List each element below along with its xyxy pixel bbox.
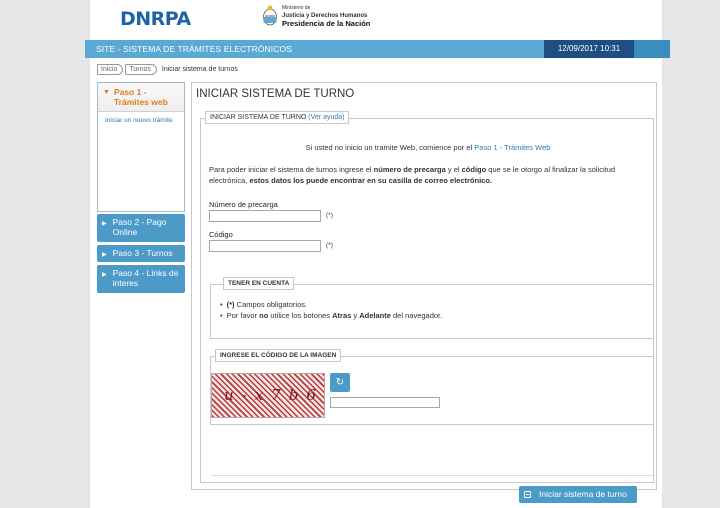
- precarga-input[interactable]: [209, 210, 321, 222]
- instructions-b: número de precarga: [373, 165, 446, 174]
- step-1-panel: ▼ Paso 1 - Trámites web Iniciar un nuevo…: [97, 82, 185, 212]
- step-3-label: Paso 3 - Turnos: [112, 248, 173, 258]
- step-1-header[interactable]: ▼ Paso 1 - Trámites web: [98, 83, 184, 112]
- breadcrumb: Inicio Turnos Iniciar sistema de turnos: [97, 64, 238, 75]
- page-title: INICIAR SISTEMA DE TURNO: [196, 88, 355, 100]
- step-3-button[interactable]: ▶ Paso 3 - Turnos: [97, 245, 185, 262]
- captcha-input[interactable]: [330, 397, 440, 408]
- instructions-f: estos datos los puede encontrar en su ca…: [249, 176, 493, 185]
- step-1-link[interactable]: Paso 1 - Trámites Web: [474, 143, 550, 152]
- tener-item2-c: utilice los botones: [268, 311, 333, 320]
- header: DNRPA Ministerio de Justicia y Derechos …: [90, 0, 662, 40]
- breadcrumb-inicio[interactable]: Inicio: [97, 64, 124, 75]
- iniciar-turno-button[interactable]: Iniciar sistema de turno: [519, 486, 637, 503]
- tener-legend: TENER EN CUENTA: [223, 277, 295, 290]
- step-1-label: Paso 1 - Trámites web: [113, 87, 168, 107]
- tener-item2-g: del navegador.: [390, 311, 443, 320]
- tener-item2-d: Atras: [332, 311, 352, 320]
- tener-en-cuenta-fieldset: TENER EN CUENTA (*) Campos obligatorios.…: [210, 277, 654, 339]
- divider: [211, 475, 655, 476]
- intro-text: Si usted no inicio un tramite Web, comie…: [201, 143, 655, 152]
- ministry-line1: Ministerio de: [282, 5, 311, 11]
- captcha-legend: INGRESE EL CÓDIGO DE LA IMAGEN: [215, 349, 342, 362]
- codigo-label: Código: [209, 230, 233, 239]
- steps-sidebar: ▼ Paso 1 - Trámites web Iniciar un nuevo…: [97, 82, 185, 293]
- ministry-line3: Presidencia de la Nación: [282, 19, 371, 28]
- list-item: Por favor no utilice los botones Atras y…: [220, 310, 443, 321]
- captcha-text: u-x7b6: [224, 386, 324, 404]
- list-item: (*) Campos obligatorios.: [220, 299, 442, 310]
- tener-list: (*) Campos obligatorios. Por favor no ut…: [220, 299, 443, 321]
- submit-label: Iniciar sistema de turno: [539, 489, 627, 499]
- instructions-a: Para poder iniciar el sistema de turnos …: [209, 165, 374, 174]
- turno-legend-text: INICIAR SISTEMA DE TURNO: [210, 114, 307, 121]
- instructions-c: y el: [445, 165, 462, 174]
- step-2-label: Paso 2 - Pago Online: [112, 217, 167, 237]
- chevron-right-icon: ▶: [102, 272, 107, 278]
- chevron-right-icon: ▶: [102, 252, 107, 258]
- captcha-image: u-x7b6: [211, 373, 325, 418]
- step-4-label: Paso 4 - Links de interes: [112, 268, 179, 288]
- captcha-fieldset: INGRESE EL CÓDIGO DE LA IMAGEN u-x7b6 ↻: [210, 349, 654, 425]
- intro-prefix: Si usted no inicio un tramite Web, comie…: [305, 143, 473, 152]
- breadcrumb-current: Iniciar sistema de turnos: [161, 66, 238, 73]
- instructions-d: código: [461, 165, 487, 174]
- refresh-captcha-button[interactable]: ↻: [330, 373, 350, 392]
- system-title: SITE - SISTEMA DE TRÁMITES ELECTRÓNICOS: [96, 44, 292, 54]
- step-4-button[interactable]: ▶ Paso 4 - Links de interes: [97, 265, 185, 293]
- tener-item2-f: Adelante: [359, 311, 391, 320]
- refresh-icon: ↻: [335, 377, 345, 388]
- ministry-logo: Ministerio de Justicia y Derechos Humano…: [262, 4, 370, 28]
- chevron-right-icon: ▶: [102, 221, 107, 227]
- precarga-required: (*): [326, 212, 333, 219]
- dnrpa-logo[interactable]: DNRPA: [120, 8, 191, 30]
- main-panel: INICIAR SISTEMA DE TURNO INICIAR SISTEMA…: [191, 82, 657, 503]
- calendar-icon: [524, 491, 531, 498]
- help-link[interactable]: (Ver ayuda): [308, 114, 344, 121]
- tener-item1-a: (*): [226, 300, 235, 309]
- turno-legend: INICIAR SISTEMA DE TURNO (Ver ayuda): [205, 111, 350, 124]
- tener-item1-b: Campos obligatorios.: [234, 300, 308, 309]
- new-procedure-link[interactable]: Iniciar un nuevo trámite: [98, 112, 184, 130]
- datetime-display: 12/09/2017 10:31: [544, 40, 634, 58]
- precarga-label: Número de precarga: [209, 200, 278, 209]
- instructions-text: Para poder iniciar el sistema de turnos …: [209, 164, 639, 186]
- codigo-input[interactable]: [209, 240, 321, 252]
- topbar-end-block: [634, 40, 670, 58]
- argentina-seal-icon: [263, 5, 277, 26]
- top-bar: SITE - SISTEMA DE TRÁMITES ELECTRÓNICOS …: [85, 40, 670, 58]
- tener-item2-a: Por favor: [226, 311, 260, 320]
- codigo-required: (*): [326, 242, 333, 249]
- chevron-down-icon: ▼: [103, 89, 110, 96]
- tener-item2-b: no: [259, 311, 269, 320]
- breadcrumb-turnos[interactable]: Turnos: [125, 64, 157, 75]
- step-2-button[interactable]: ▶ Paso 2 - Pago Online: [97, 214, 185, 242]
